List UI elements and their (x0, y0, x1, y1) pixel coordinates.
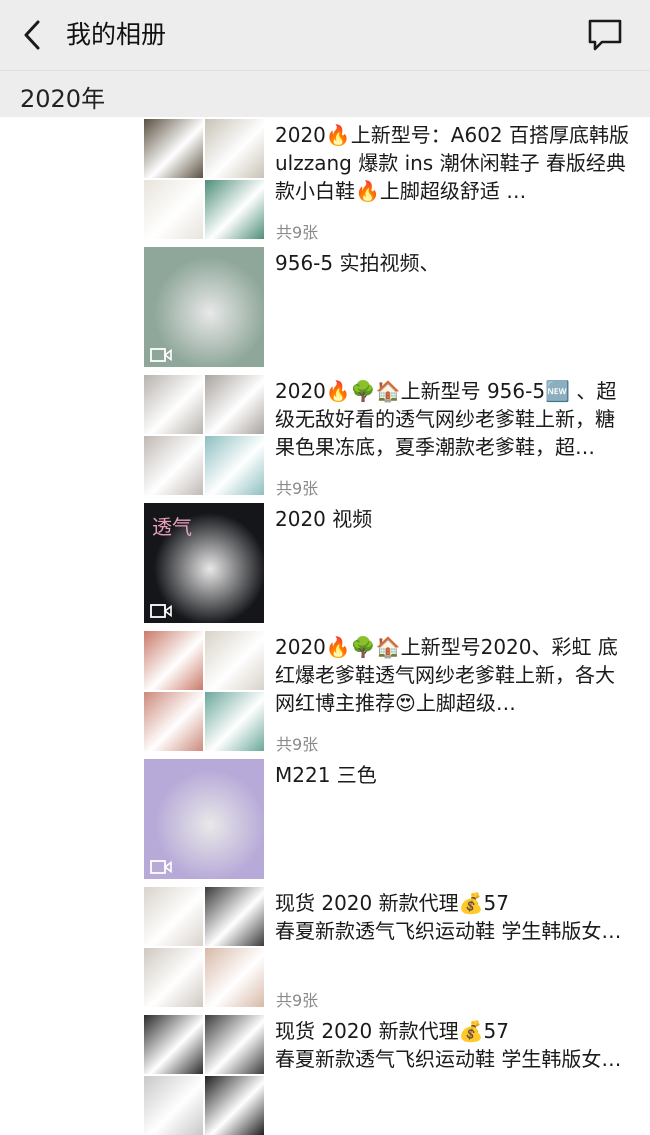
photo-count: 共9张 (276, 223, 319, 242)
post-caption: 2020🔥🌳🏠上新型号2020、彩虹 底红爆老爹鞋透气网纱老爹鞋上新，各大网红博… (275, 635, 618, 715)
post-caption: 2020 视频 (275, 507, 373, 531)
album-post[interactable]: 2020🔥🌳🏠上新型号2020、彩虹 底红爆老爹鞋透气网纱老爹鞋上新，各大网红博… (0, 631, 650, 754)
album-post[interactable]: 透气 2020 视频 (0, 503, 650, 623)
year-label: 2020年 (20, 85, 106, 113)
thumbnail-overlay-text: 透气 (152, 515, 192, 539)
photo-thumbnail[interactable] (144, 887, 264, 1007)
photo-tile (205, 631, 264, 690)
photo-tile (205, 1076, 264, 1135)
photo-tile (144, 631, 203, 690)
video-thumbnail[interactable]: 透气 (144, 503, 264, 623)
photo-tile (144, 436, 203, 495)
photo-tile (205, 887, 264, 946)
post-caption: M221 三色 (275, 763, 377, 787)
photo-count: 共9张 (276, 479, 319, 498)
photo-tile (205, 436, 264, 495)
album-post[interactable]: 956-5 实拍视频、 (0, 247, 650, 367)
photo-tile (144, 948, 203, 1007)
album-post[interactable]: 2020🔥上新型号：A602 百搭厚底韩版 ulzzang 爆款 ins 潮休闲… (0, 119, 650, 242)
photo-tile (205, 948, 264, 1007)
photo-tile (205, 692, 264, 751)
chevron-left-icon[interactable] (18, 17, 48, 53)
video-camera-icon (150, 604, 172, 618)
video-camera-icon (150, 860, 172, 874)
photo-tile (144, 1076, 203, 1135)
post-caption: 现货 2020 新款代理💰57 春夏新款透气飞织运动鞋 学生韩版女… (275, 1019, 622, 1071)
photo-tile (144, 375, 203, 434)
photo-thumbnail[interactable] (144, 631, 264, 751)
video-thumbnail[interactable] (144, 247, 264, 367)
video-camera-icon (150, 348, 172, 362)
album-post[interactable]: 2020🔥🌳🏠上新型号 956-5🆕 、超级无敌好看的透气网纱老爹鞋上新，糖果色… (0, 375, 650, 498)
video-thumbnail[interactable] (144, 759, 264, 879)
photo-tile (144, 119, 203, 178)
post-caption: 现货 2020 新款代理💰57 春夏新款透气飞织运动鞋 学生韩版女… (275, 891, 622, 943)
photo-tile (144, 887, 203, 946)
page-title: 我的相册 (66, 20, 167, 49)
photo-tile (144, 180, 203, 239)
photo-tile (205, 180, 264, 239)
comment-icon[interactable] (586, 17, 624, 53)
year-section-header: 2020年 (0, 70, 650, 117)
photo-thumbnail[interactable] (144, 375, 264, 495)
album-post[interactable]: 现货 2020 新款代理💰57 春夏新款透气飞织运动鞋 学生韩版女… 共9张 (0, 887, 650, 1010)
photo-count: 共9张 (276, 735, 319, 754)
album-post[interactable]: 现货 2020 新款代理💰57 春夏新款透气飞织运动鞋 学生韩版女… (0, 1015, 650, 1135)
photo-thumbnail[interactable] (144, 119, 264, 239)
post-caption: 2020🔥上新型号：A602 百搭厚底韩版 ulzzang 爆款 ins 潮休闲… (275, 123, 630, 203)
photo-tile (205, 119, 264, 178)
top-bar: 我的相册 (0, 0, 650, 70)
photo-tile (144, 1015, 203, 1074)
album-post[interactable]: M221 三色 (0, 759, 650, 879)
photo-count: 共9张 (276, 991, 319, 1010)
photo-tile (205, 375, 264, 434)
post-caption: 2020🔥🌳🏠上新型号 956-5🆕 、超级无敌好看的透气网纱老爹鞋上新，糖果色… (275, 379, 617, 459)
photo-thumbnail[interactable] (144, 1015, 264, 1135)
post-caption: 956-5 实拍视频、 (275, 251, 440, 275)
photo-tile (144, 692, 203, 751)
photo-tile (205, 1015, 264, 1074)
